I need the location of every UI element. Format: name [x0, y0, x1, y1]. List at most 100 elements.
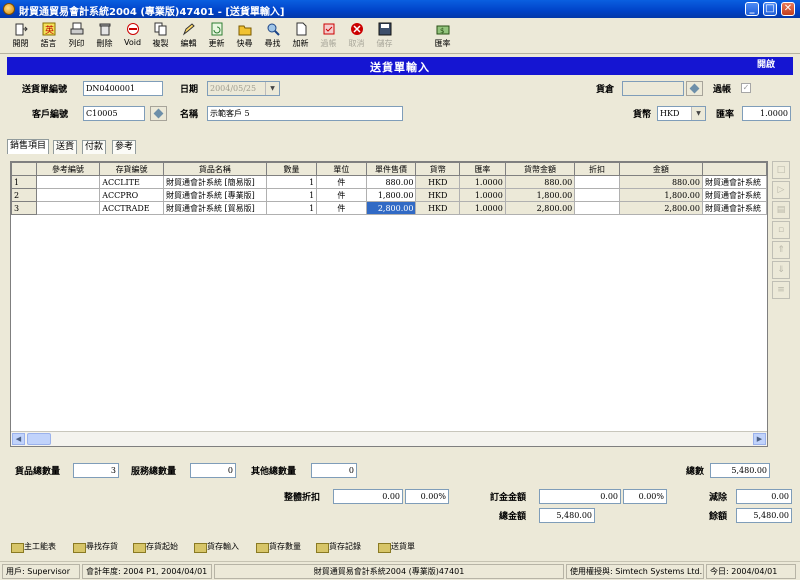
scroll-left-icon[interactable]: ◀ [12, 433, 25, 445]
item-name-cell[interactable]: 財貿通會計系統 [專業版] [162, 188, 267, 202]
sort-icon[interactable]: ≡ [772, 281, 790, 299]
title-bar[interactable]: 財貿通貿易會計系統2004 (專業版)47401 - [送貨單輸入] _ □ ✕ [0, 0, 800, 18]
unit-cell[interactable]: 件 [316, 175, 367, 189]
column-header[interactable]: 貨品名稱 [162, 162, 267, 176]
copy-row-icon[interactable]: ▤ [772, 201, 790, 219]
customer-name-field[interactable]: 示範客戶 5 [207, 106, 403, 121]
item-name-cell[interactable]: 財貿通會計系統 [簡易版] [162, 175, 267, 189]
chevron-down-icon[interactable]: ▼ [265, 82, 279, 95]
discount-cell[interactable] [574, 201, 620, 215]
customer-no-field[interactable]: C10005 [83, 106, 145, 121]
column-header[interactable]: 單件售價 [365, 162, 417, 176]
overall-discount-field[interactable]: 0.00 [333, 489, 403, 504]
rate-field[interactable]: 1.0000 [742, 106, 791, 121]
column-header[interactable]: 參考編號 [35, 162, 101, 176]
stock-entry-button[interactable]: 貨存輸入 [193, 540, 239, 555]
unit-cell[interactable]: 件 [316, 188, 367, 202]
sales-items-grid[interactable]: 參考編號 存貨編號 貨品名稱 數量 單位 單件售價 貨幣 匯率 貨幣金額 折扣 … [10, 161, 768, 447]
table-row[interactable]: 2 ACCPRO 財貿通會計系統 [專業版] 1 件 1,800.00 HKD … [11, 188, 767, 202]
move-down-icon[interactable]: ⇓ [772, 261, 790, 279]
exchange-rate-button[interactable]: $ 匯率 [431, 21, 454, 52]
currency-select[interactable]: HKD ▼ [657, 106, 706, 121]
column-header[interactable]: 單位 [316, 162, 367, 176]
search-button[interactable]: 尋找 [261, 21, 284, 52]
scroll-thumb[interactable] [27, 433, 51, 445]
app-icon[interactable] [3, 3, 15, 15]
append-row-icon[interactable]: □ [772, 161, 790, 179]
edit-button[interactable]: 編輯 [177, 21, 200, 52]
tab-payment[interactable]: 付款 [82, 140, 107, 154]
minimize-button[interactable]: _ [745, 2, 759, 16]
customer-lookup-icon[interactable] [150, 106, 167, 121]
row-number[interactable]: 2 [11, 188, 37, 202]
column-header[interactable]: 貨幣金額 [504, 162, 576, 176]
scroll-right-icon[interactable]: ▶ [753, 433, 766, 445]
item-code-cell[interactable]: ACCLITE [99, 175, 164, 189]
table-row[interactable]: 3 ACCTRADE 財貿通會計系統 [貿易版] 1 件 2,800.00 HK… [11, 201, 767, 215]
ref-cell[interactable] [35, 201, 101, 215]
item-code-cell[interactable]: ACCPRO [99, 188, 164, 202]
posted-checkbox[interactable]: ✓ [741, 83, 751, 93]
new-button[interactable]: 加新 [289, 21, 312, 52]
ref-cell[interactable] [35, 175, 101, 189]
stock-opening-button[interactable]: 存貨起始 [132, 540, 178, 555]
column-header[interactable]: 存貨編號 [99, 162, 164, 176]
delete-button[interactable]: 刪除 [93, 21, 116, 52]
cancel-button[interactable]: 取消 [345, 21, 368, 52]
doc-no-field[interactable]: DN0400001 [83, 81, 163, 96]
less-field[interactable]: 0.00 [736, 489, 792, 504]
tab-sales-items[interactable]: 銷售項目 [7, 139, 50, 154]
maximize-button[interactable]: □ [763, 2, 777, 16]
stock-record-button[interactable]: 貨存記錄 [315, 540, 361, 555]
horizontal-scrollbar[interactable]: ◀ ▶ [11, 431, 767, 446]
find-stock-button[interactable]: 尋找存貨 [72, 540, 118, 555]
warehouse-lookup-icon[interactable] [686, 81, 703, 96]
row-number[interactable]: 1 [11, 175, 37, 189]
print-button[interactable]: 列印 [65, 21, 88, 52]
post-button[interactable]: 過帳 [317, 21, 340, 52]
deposit-pct-field[interactable]: 0.00% [623, 489, 667, 504]
chevron-down-icon[interactable]: ▼ [691, 107, 705, 120]
main-menu-button[interactable]: 主工能表 [10, 540, 56, 555]
stock-quantity-button[interactable]: 貨存數量 [255, 540, 301, 555]
table-row[interactable]: 1 ACCLITE 財貿通會計系統 [簡易版] 1 件 880.00 HKD 1… [11, 175, 767, 189]
delivery-note-button[interactable]: 送貨單 [377, 540, 415, 555]
qty-cell[interactable]: 1 [265, 188, 318, 202]
void-button[interactable]: Void [121, 21, 144, 52]
discount-cell[interactable] [574, 175, 620, 189]
column-header[interactable] [701, 162, 767, 176]
date-field[interactable]: 2004/05/25 ▼ [207, 81, 280, 96]
open-close-button[interactable]: 開閉 [9, 21, 32, 52]
item-code-cell[interactable]: ACCTRADE [99, 201, 164, 215]
qty-cell[interactable]: 1 [265, 175, 318, 189]
overall-discount-pct-field[interactable]: 0.00% [405, 489, 449, 504]
tab-delivery[interactable]: 送貨 [53, 140, 78, 154]
refresh-button[interactable]: 更新 [205, 21, 228, 52]
delete-row-icon[interactable]: ▫ [772, 221, 790, 239]
price-cell-selected[interactable]: 2,800.00 [365, 201, 417, 215]
description-cell[interactable]: 財貿通會計系統 [701, 201, 767, 215]
insert-row-icon[interactable]: ▷ [772, 181, 790, 199]
tab-reference[interactable]: 參考 [112, 140, 137, 154]
warehouse-field[interactable] [622, 81, 684, 96]
save-button[interactable]: 儲存 [373, 21, 396, 52]
description-cell[interactable]: 財貿通會計系統 [701, 175, 767, 189]
column-header[interactable]: 匯率 [459, 162, 506, 176]
close-button[interactable]: ✕ [781, 2, 795, 16]
discount-cell[interactable] [574, 188, 620, 202]
price-cell[interactable]: 880.00 [365, 175, 417, 189]
description-cell[interactable]: 財貿通會計系統 [701, 188, 767, 202]
column-header[interactable]: 數量 [265, 162, 318, 176]
language-button[interactable]: 英 語言 [37, 21, 60, 52]
ref-cell[interactable] [35, 188, 101, 202]
unit-cell[interactable]: 件 [316, 201, 367, 215]
qty-cell[interactable]: 1 [265, 201, 318, 215]
row-number[interactable]: 3 [11, 201, 37, 215]
column-header[interactable]: 貨幣 [415, 162, 461, 176]
column-header[interactable]: 金額 [618, 162, 703, 176]
deposit-field[interactable]: 0.00 [539, 489, 621, 504]
copy-button[interactable]: 複製 [149, 21, 172, 52]
item-name-cell[interactable]: 財貿通會計系統 [貿易版] [162, 201, 267, 215]
quick-find-button[interactable]: 快尋 [233, 21, 256, 52]
move-up-icon[interactable]: ⇑ [772, 241, 790, 259]
